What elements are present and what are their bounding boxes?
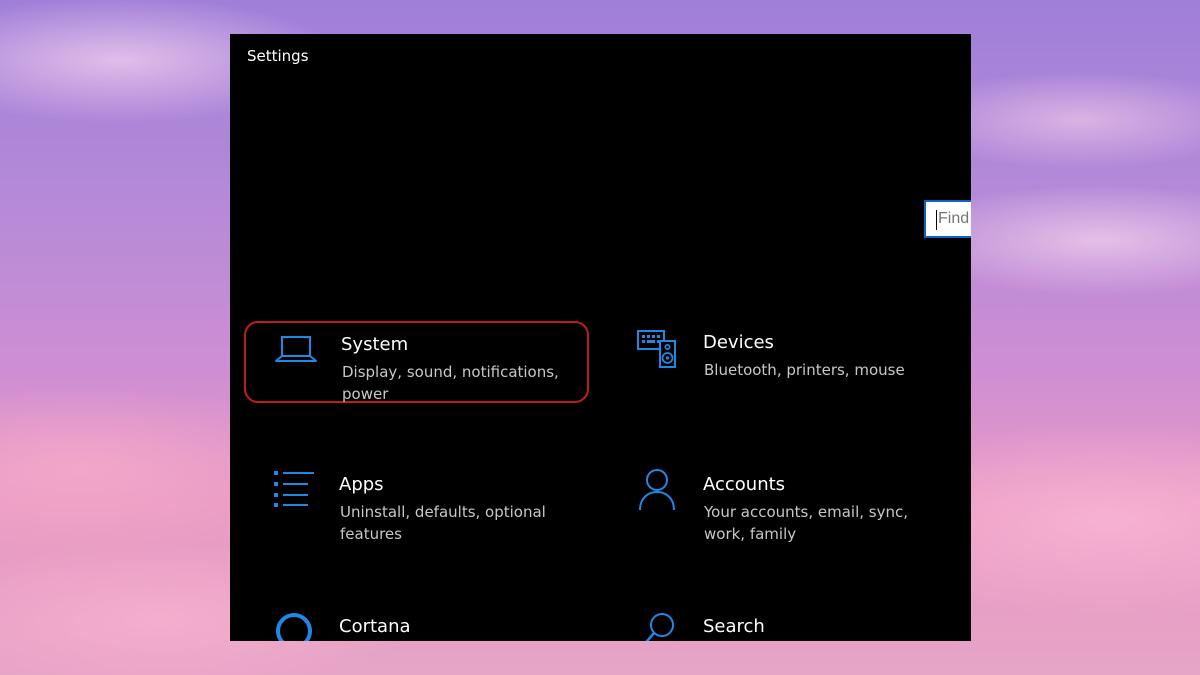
tile-label: Apps xyxy=(339,474,384,495)
tile-apps[interactable]: Apps Uninstall, defaults, optional featu… xyxy=(244,463,589,545)
laptop-icon xyxy=(274,333,318,377)
tile-system[interactable]: System Display, sound, notifications, po… xyxy=(244,321,589,403)
tile-devices[interactable]: Devices Bluetooth, printers, mouse xyxy=(608,321,953,403)
keyboard-speaker-icon xyxy=(636,327,680,371)
tile-description: Display, sound, notifications, power xyxy=(342,363,559,403)
window-title: Settings xyxy=(247,47,309,65)
tile-cortana[interactable]: Cortana xyxy=(244,605,589,641)
tile-accounts[interactable]: Accounts Your accounts, email, sync, wor… xyxy=(608,463,953,545)
tile-description: Bluetooth, printers, mouse xyxy=(704,361,905,379)
tile-label: Search xyxy=(703,616,765,637)
tile-label: Devices xyxy=(703,332,774,353)
apps-list-icon xyxy=(272,468,316,512)
tile-label: System xyxy=(341,334,409,355)
text-caret xyxy=(936,210,937,230)
settings-window: Settings System Display, sound, notifica… xyxy=(230,34,971,641)
tile-description: Uninstall, defaults, optional features xyxy=(340,503,546,543)
search-input[interactable] xyxy=(926,202,971,236)
tile-label: Cortana xyxy=(339,616,411,637)
magnifier-icon xyxy=(638,611,682,641)
person-icon xyxy=(638,468,682,512)
cortana-circle-icon xyxy=(274,611,318,641)
tile-search[interactable]: Search xyxy=(608,605,953,641)
search-box[interactable] xyxy=(924,200,971,238)
tile-description: Your accounts, email, sync, work, family xyxy=(704,503,909,543)
tile-label: Accounts xyxy=(703,474,786,495)
